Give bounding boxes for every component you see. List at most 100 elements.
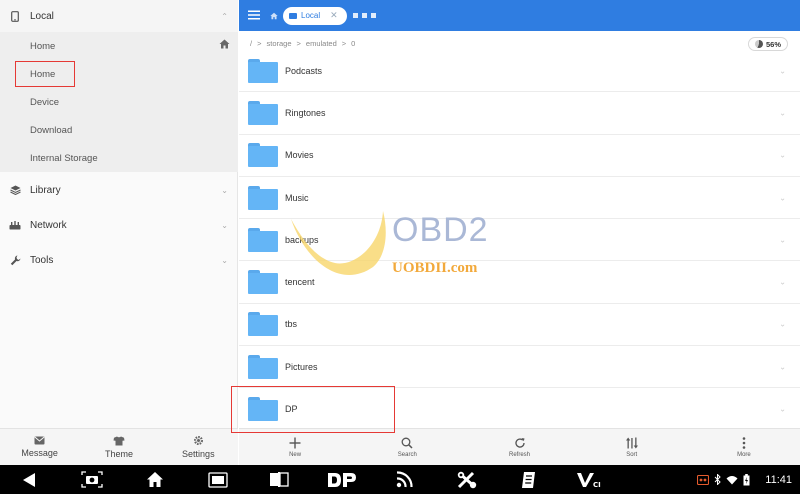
file-row-podcasts[interactable]: Podcasts ⌄ [239,50,800,93]
plus-icon [289,437,301,448]
drawer-item-home[interactable]: Home [0,32,238,60]
file-row-tencent[interactable]: tencent ⌄ [239,261,800,304]
chevron-down-icon[interactable]: ⌄ [779,108,786,117]
vci-logo-icon: CI [577,472,601,488]
chevron-right-icon: > [257,38,262,48]
search-button[interactable]: Search [351,429,463,465]
home-icon[interactable] [270,7,278,25]
annotation-highlight-home [15,61,75,87]
storage-usage-badge[interactable]: 56% [747,37,788,51]
settings-button[interactable]: Settings [159,429,238,465]
gear-icon [193,435,203,446]
file-name: Ringtones [285,107,326,118]
close-icon[interactable]: ✕ [330,10,338,21]
breadcrumb-emulated[interactable]: emulated [306,39,337,48]
chevron-down-icon[interactable]: ⌄ [779,320,786,329]
tab-local-label: Local [301,11,321,20]
chevron-down-icon[interactable]: ⌄ [779,193,786,202]
sort-button[interactable]: Sort [576,429,688,465]
status-clock: 11:41 [765,473,792,486]
drawer-item-label: Home [30,40,56,52]
breadcrumb-0[interactable]: 0 [351,39,355,48]
drawer-item-label: Internal Storage [30,152,98,164]
folder-icon [248,185,278,210]
vci-button[interactable]: CI [574,465,608,494]
chevron-right-icon: > [296,38,301,48]
screenshot-button[interactable] [78,465,106,494]
recent-apps-icon [208,471,228,488]
window-icon[interactable] [352,13,358,18]
house-icon [147,472,163,487]
file-row-tbs[interactable]: tbs ⌄ [239,304,800,347]
phone-icon [0,10,30,22]
breadcrumb-root[interactable]: / [250,39,252,48]
new-label: New [289,451,302,458]
wireless-button[interactable] [392,465,416,494]
folder-icon [248,312,278,337]
book-icon [270,472,289,487]
file-name: Podcasts [285,65,323,76]
dp-app-button[interactable] [324,465,360,494]
drawer-section-tools-label: Tools [30,254,54,266]
back-button[interactable] [16,465,42,494]
pie-chart-icon [754,40,763,48]
folder-icon [248,58,278,83]
search-label: Search [397,451,417,458]
theme-button[interactable]: Theme [79,429,158,465]
chevron-down-icon[interactable]: ⌄ [779,66,786,75]
drawer-item-device[interactable]: Device [0,88,238,116]
dp-logo-icon [328,472,356,487]
tab-local[interactable]: Local ✕ [283,6,347,25]
tools-button[interactable] [454,465,480,494]
camera-icon [81,471,103,488]
more-label: More [737,451,751,458]
chevron-down-icon[interactable]: ⌄ [779,235,786,244]
chevron-down-icon: ⌄ [221,220,228,230]
chevron-down-icon[interactable]: ⌄ [779,278,786,287]
refresh-button[interactable]: Refresh [463,429,575,465]
file-row-backups[interactable]: backups ⌄ [239,219,800,262]
chevron-down-icon[interactable]: ⌄ [779,362,786,371]
file-row-music[interactable]: Music ⌄ [239,177,800,220]
file-row-pictures[interactable]: Pictures ⌄ [239,346,800,389]
chevron-down-icon[interactable]: ⌄ [779,151,786,160]
folder-icon [248,143,278,168]
breadcrumb-storage[interactable]: storage [266,39,291,48]
file-name: Music [285,192,309,203]
drawer-item-download[interactable]: Download [0,116,238,144]
folder-icon [289,12,297,19]
app-launcher-button[interactable] [266,465,292,494]
window-icon[interactable] [361,13,367,18]
chevron-down-icon[interactable]: ⌄ [779,405,786,414]
local-submenu: Home Home Device Download Internal Stora… [0,32,238,172]
file-name: backups [285,234,319,245]
new-button[interactable]: New [239,429,351,465]
more-button[interactable]: More [688,429,800,465]
file-name: tbs [285,319,298,330]
drawer-item-internal-storage[interactable]: Internal Storage [0,144,238,172]
drawer-section-network-label: Network [30,219,67,231]
chevron-down-icon: ⌄ [221,255,228,265]
stack-icon [0,185,30,195]
folder-icon [248,270,278,295]
hamburger-menu-icon[interactable] [248,7,260,25]
recent-apps-button[interactable] [204,465,232,494]
report-button[interactable] [516,465,542,494]
drawer-section-local[interactable]: Local ⌃ [0,0,238,32]
file-row-movies[interactable]: Movies ⌄ [239,135,800,177]
back-triangle-icon [23,472,35,487]
document-icon [522,471,535,488]
network-icon [0,220,30,230]
window-icon[interactable] [370,13,376,18]
file-row-ringtones[interactable]: Ringtones ⌄ [239,92,800,135]
drawer-section-network[interactable]: Network ⌄ [0,209,238,241]
home-button[interactable] [142,465,168,494]
drawer-section-tools[interactable]: Tools ⌄ [0,244,238,276]
message-button[interactable]: Message [0,429,79,465]
app-bar: Local ✕ [239,0,800,31]
sort-label: Sort [626,451,638,458]
system-navigation-bar: CI 11:41 [0,465,800,494]
house-icon [219,39,230,52]
refresh-label: Refresh [509,451,531,458]
drawer-section-library[interactable]: Library ⌄ [0,174,238,206]
